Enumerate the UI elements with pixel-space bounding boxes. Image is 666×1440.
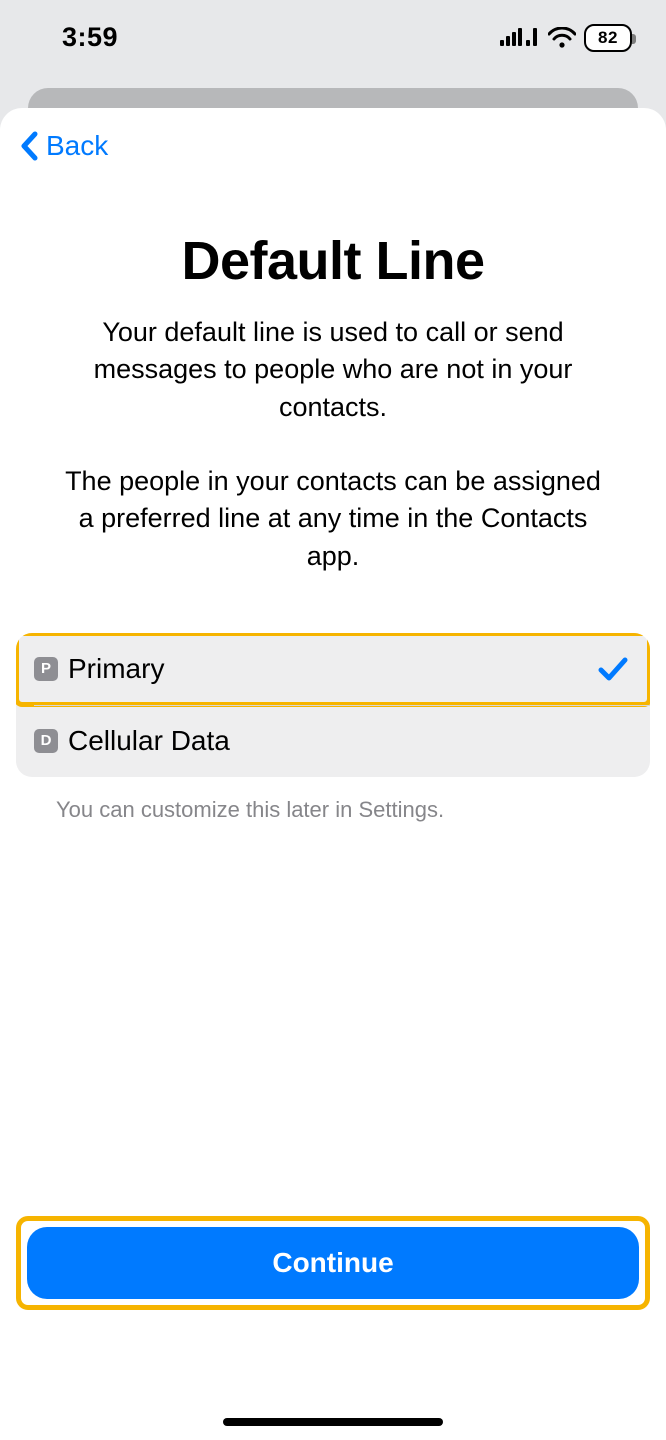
status-bar: 3:59 82 (0, 0, 666, 75)
battery-icon: 82 (584, 24, 632, 52)
continue-button[interactable]: Continue (27, 1227, 639, 1299)
modal-sheet: Back Default Line Your default line is u… (0, 108, 666, 1440)
option-label: Primary (68, 653, 588, 685)
line-options-list: P Primary D Cellular Data (16, 633, 650, 777)
option-label: Cellular Data (68, 725, 628, 757)
continue-highlight: Continue (16, 1216, 650, 1310)
line-badge-icon: P (34, 657, 58, 681)
battery-level: 82 (598, 29, 618, 46)
continue-label: Continue (272, 1247, 393, 1279)
page-title: Default Line (16, 230, 650, 292)
chevron-left-icon (20, 131, 40, 161)
back-label: Back (46, 130, 108, 162)
option-cellular-data[interactable]: D Cellular Data (16, 705, 650, 777)
checkmark-icon (598, 656, 628, 682)
page-description: Your default line is used to call or sen… (16, 314, 650, 575)
line-badge-icon: D (34, 729, 58, 753)
wifi-icon (548, 27, 576, 49)
home-indicator[interactable] (223, 1418, 443, 1426)
status-right: 82 (500, 24, 632, 52)
back-button[interactable]: Back (16, 108, 650, 184)
status-time: 3:59 (62, 22, 118, 53)
option-primary[interactable]: P Primary (16, 633, 650, 705)
footnote: You can customize this later in Settings… (16, 797, 650, 823)
dual-signal-icon (500, 28, 540, 48)
